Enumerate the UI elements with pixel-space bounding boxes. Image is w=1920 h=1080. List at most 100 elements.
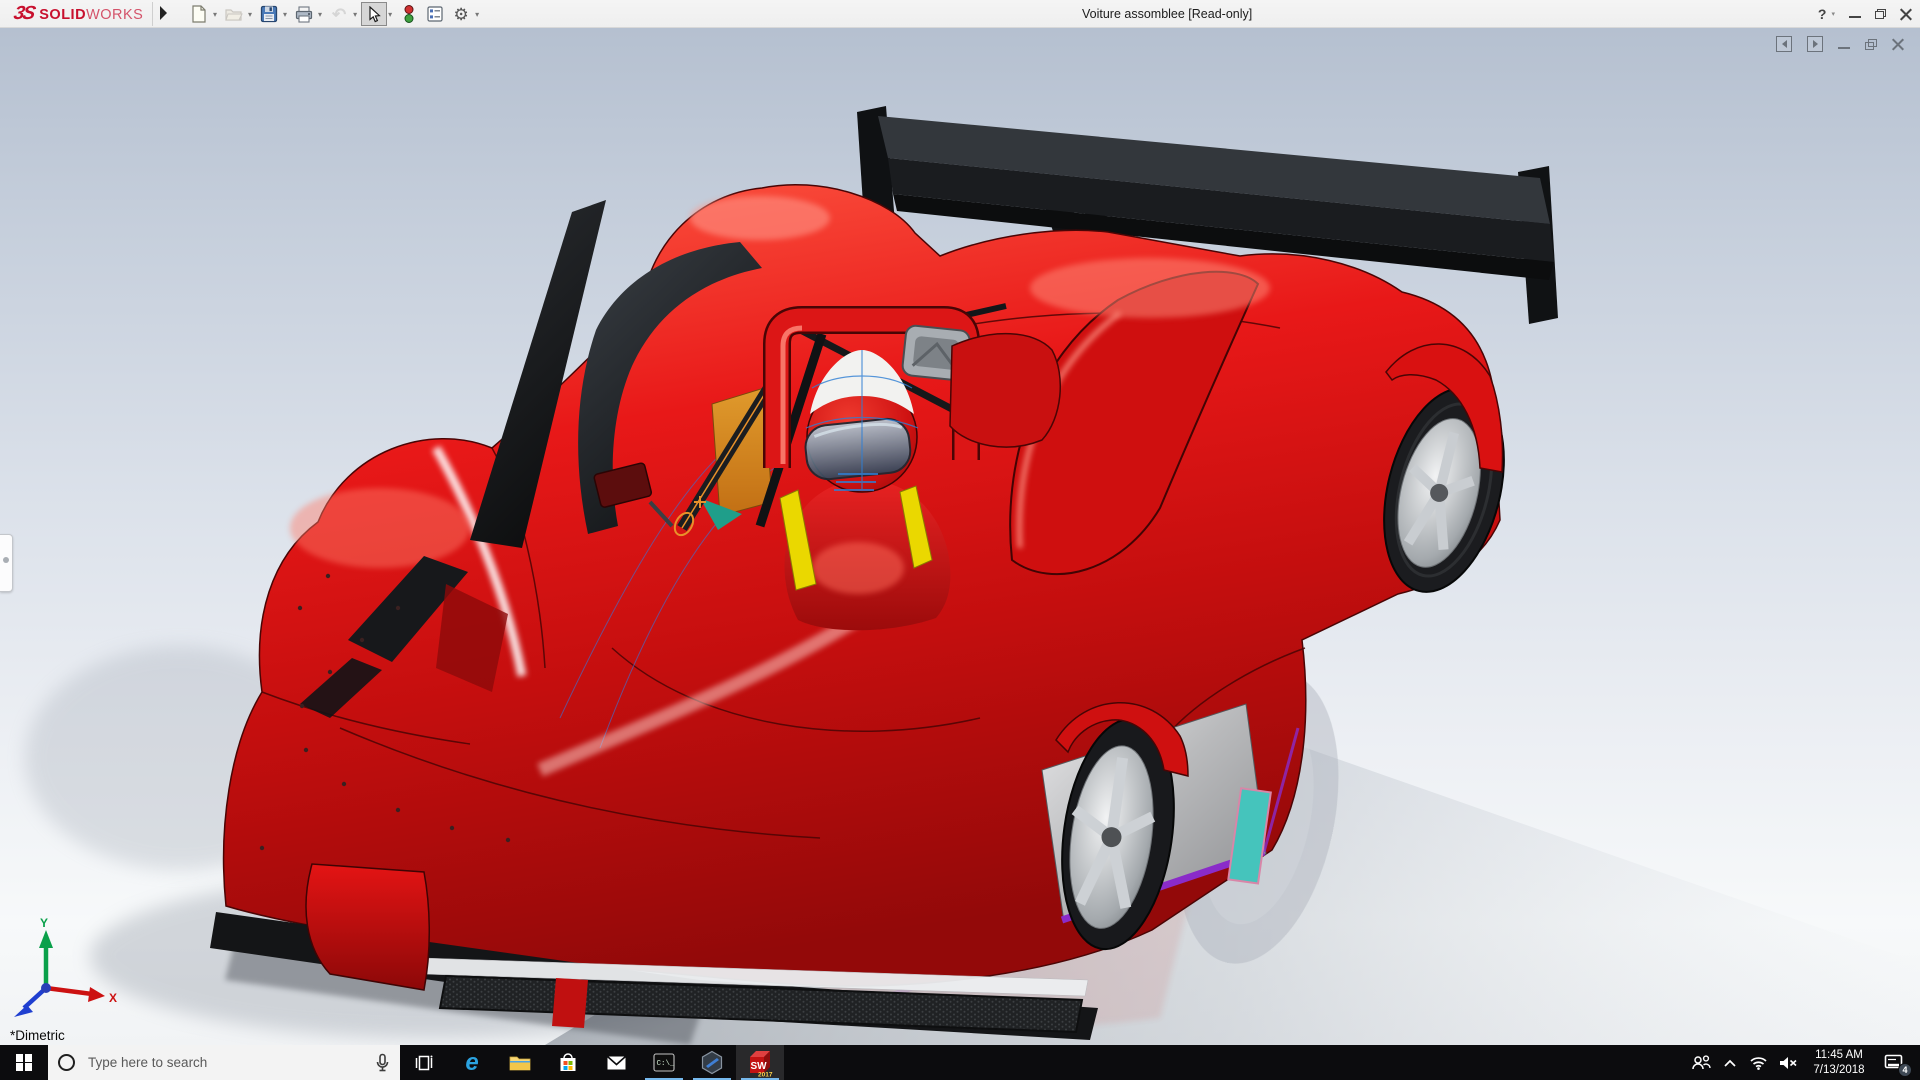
tray-overflow-button[interactable] [1715, 1045, 1744, 1080]
next-pane-button[interactable] [1807, 36, 1823, 52]
display-options-list-icon [427, 6, 443, 22]
volume-button[interactable] [1773, 1045, 1802, 1080]
headrest-fairing [949, 332, 1061, 448]
open-caret-icon[interactable]: ▾ [248, 10, 252, 19]
taskbar-app-mail[interactable] [592, 1045, 640, 1080]
sw-letters: SW [750, 1061, 767, 1072]
close-button[interactable] [1899, 8, 1912, 21]
open-folder-icon [225, 9, 243, 21]
settings-button[interactable]: ⚙ [448, 2, 474, 26]
grille-pillar [552, 978, 588, 1028]
start-button[interactable] [0, 1045, 48, 1080]
volume-muted-icon [1779, 1056, 1797, 1069]
taskbar-app-solidworks[interactable]: SW 2017 [736, 1045, 784, 1080]
taskbar-app-edge[interactable]: e [448, 1045, 496, 1080]
save-floppy-icon [260, 5, 278, 23]
chevron-up-icon [1723, 1059, 1736, 1067]
brand-name-works: WORKS [86, 7, 144, 23]
taskbar-app-store[interactable] [544, 1045, 592, 1080]
feature-manager-collapsed-tab[interactable] [0, 534, 13, 592]
restore-button[interactable] [1875, 9, 1886, 19]
document-window-controls [1776, 36, 1904, 52]
clock-date: 7/13/2018 [1813, 1063, 1865, 1076]
new-document-button[interactable] [186, 2, 212, 26]
file-explorer-icon [509, 1056, 531, 1071]
rebuild-traffic-light-icon [404, 5, 414, 23]
people-icon [1691, 1054, 1711, 1069]
minimize-button[interactable] [1849, 10, 1861, 18]
new-caret-icon[interactable]: ▾ [213, 10, 217, 19]
taskbar-search[interactable] [48, 1045, 400, 1080]
select-caret-icon[interactable]: ▾ [388, 10, 392, 19]
taskbar-app-file-explorer[interactable] [496, 1045, 544, 1080]
window-controls: ? ▾ [1818, 0, 1912, 28]
menu-flyout-arrow-icon[interactable] [160, 6, 167, 20]
display-options-button[interactable] [422, 2, 448, 26]
cmd-prompt-text: C:\_ [657, 1060, 676, 1068]
save-caret-icon[interactable]: ▾ [283, 10, 287, 19]
help-caret-icon[interactable]: ▾ [1831, 10, 1835, 18]
settings-gear-icon: ⚙ [453, 4, 469, 24]
graphics-viewport[interactable]: Y X *Dimetric [0, 28, 1920, 1045]
3d-model-render [25, 106, 1920, 1045]
notification-badge: 4 [1898, 1063, 1912, 1077]
solidworks-logo: 3S SOLID WORKS [11, 3, 144, 25]
taskbar-app-command-prompt[interactable]: C:\_ [640, 1045, 688, 1080]
quick-access-toolbar: ▾ ▾ ▾ ▾ ↶ ▾ ▾ ⚙ ▾ [186, 2, 483, 26]
doc-close-button[interactable] [1891, 38, 1904, 51]
doc-restore-button[interactable] [1865, 38, 1877, 50]
doc-minimize-button[interactable] [1838, 39, 1850, 50]
undo-icon: ↶ [331, 4, 347, 24]
open-button[interactable] [221, 2, 247, 26]
command-prompt-icon: C:\_ [653, 1053, 675, 1072]
taskbar: e C:\_ [0, 1045, 1920, 1080]
microphone-icon[interactable] [375, 1053, 390, 1073]
store-icon [560, 1052, 576, 1071]
brand-name-solid: SOLID [39, 7, 87, 23]
mail-icon [606, 1055, 626, 1069]
rebuild-button[interactable] [396, 2, 422, 26]
people-button[interactable] [1686, 1045, 1715, 1080]
wifi-icon [1750, 1057, 1767, 1070]
cortana-icon [58, 1054, 75, 1071]
view-orientation-label: *Dimetric [10, 1028, 65, 1043]
window-title: Voiture assomblee [Read-only] [1082, 7, 1253, 21]
network-button[interactable] [1744, 1045, 1773, 1080]
triad-x-label: X [109, 991, 117, 1005]
task-view-icon [415, 1055, 433, 1070]
settings-caret-icon[interactable]: ▾ [475, 10, 479, 19]
clock-time: 11:45 AM [1815, 1048, 1863, 1061]
triad-y-label: Y [40, 916, 48, 930]
print-button[interactable] [291, 2, 317, 26]
minimize-icon [1849, 16, 1861, 18]
previous-pane-button[interactable] [1776, 36, 1792, 52]
titlebar: 3S SOLID WORKS ▾ ▾ ▾ ▾ ↶ ▾ ▾ ⚙ ▾ Voiture… [0, 0, 1920, 28]
taskbar-app-hexagon[interactable] [688, 1045, 736, 1080]
task-view-button[interactable] [400, 1045, 448, 1080]
new-document-icon [192, 5, 206, 23]
solidworks-2017-icon: SW 2017 [749, 1050, 773, 1077]
orientation-triad: Y X [14, 916, 117, 1017]
pane-right-arrow-icon [1812, 40, 1818, 48]
print-icon [295, 5, 313, 23]
undo-caret-icon[interactable]: ▾ [353, 10, 357, 19]
doc-minimize-icon [1838, 46, 1850, 50]
desktop: { "window": { "app_logo": { "brand_mark"… [0, 0, 1920, 1080]
dassault-3s-logo-icon: 3S [11, 3, 36, 24]
hexagon-app-icon [701, 1050, 723, 1075]
select-cursor-icon [369, 5, 381, 22]
save-button[interactable] [256, 2, 282, 26]
select-tool-button[interactable] [361, 2, 388, 26]
undo-button[interactable]: ↶ [326, 2, 352, 26]
edge-icon: e [465, 1048, 479, 1076]
toolbar-separator [152, 2, 153, 26]
system-tray: 11:45 AM 7/13/2018 4 [1686, 1045, 1920, 1080]
search-input[interactable] [86, 1054, 364, 1071]
pane-left-arrow-icon [1781, 40, 1787, 48]
help-button[interactable]: ? [1818, 6, 1827, 22]
windows-logo-icon [15, 1054, 33, 1071]
taskbar-clock[interactable]: 11:45 AM 7/13/2018 [1802, 1045, 1876, 1080]
print-caret-icon[interactable]: ▾ [318, 10, 322, 19]
sw-year: 2017 [758, 1071, 773, 1077]
action-center-button[interactable]: 4 [1876, 1045, 1912, 1080]
